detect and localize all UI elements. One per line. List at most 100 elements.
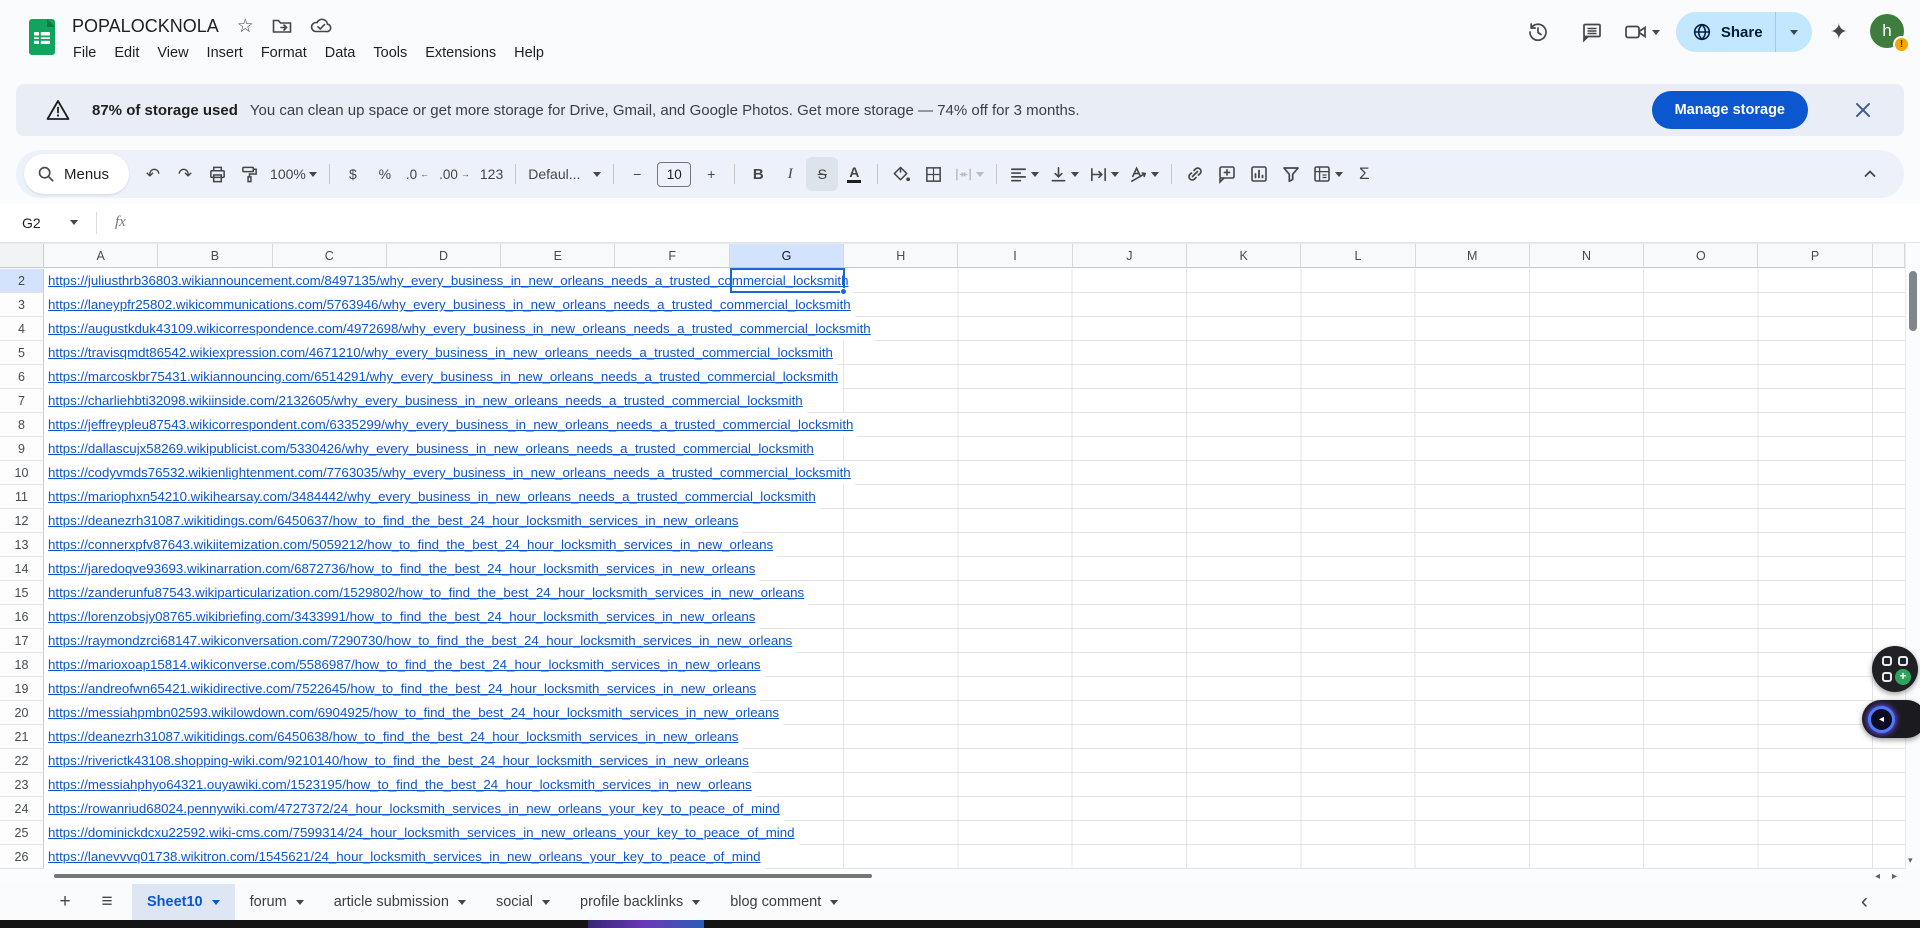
banner-close-button[interactable] — [1848, 95, 1878, 125]
cell-link[interactable]: https://andreofwn65421.wikidirective.com… — [44, 677, 760, 701]
collapse-toolbar-button[interactable] — [1854, 157, 1886, 191]
column-header-G[interactable]: G — [730, 244, 844, 267]
row-header-6[interactable]: 6 — [0, 365, 44, 388]
row-header-17[interactable]: 17 — [0, 629, 44, 652]
row-header-10[interactable]: 10 — [0, 461, 44, 484]
menu-format[interactable]: Format — [252, 42, 316, 64]
row-header-21[interactable]: 21 — [0, 725, 44, 748]
row-header-18[interactable]: 18 — [0, 653, 44, 676]
version-history-icon[interactable] — [1516, 10, 1560, 54]
row-header-25[interactable]: 25 — [0, 821, 44, 844]
row-cells[interactable]: https://deanezrh31087.wikitidings.com/64… — [44, 725, 1905, 748]
cell-link[interactable]: https://lorenzobsjy08765.wikibriefing.co… — [44, 605, 759, 629]
horizontal-align-button[interactable] — [1004, 157, 1044, 191]
show-side-panel-icon[interactable]: ‹ — [1861, 884, 1868, 920]
row-header-20[interactable]: 20 — [0, 701, 44, 724]
row-cells[interactable]: https://laneypfr25802.wikicommunications… — [44, 293, 1905, 316]
cell-link[interactable]: https://messiahphyo64321.ouyawiki.com/15… — [44, 773, 756, 797]
sheet-tab-caret-icon[interactable] — [542, 900, 550, 905]
cell-link[interactable]: https://raymondzrci68147.wikiconversatio… — [44, 629, 796, 653]
row-cells[interactable]: https://jeffreypleu87543.wikicorresponde… — [44, 413, 1905, 436]
row-cells[interactable]: https://riverictk43108.shopping-wiki.com… — [44, 749, 1905, 772]
menu-help[interactable]: Help — [505, 42, 553, 64]
horizontal-scrollbar-thumb[interactable] — [54, 874, 872, 878]
decrease-decimal-button[interactable]: .0← — [401, 157, 434, 191]
row-header-5[interactable]: 5 — [0, 341, 44, 364]
select-all-corner[interactable] — [0, 244, 44, 267]
create-filter-button[interactable] — [1275, 157, 1307, 191]
print-button[interactable] — [201, 157, 233, 191]
row-header-24[interactable]: 24 — [0, 797, 44, 820]
cell-link[interactable]: https://juliusthrb36803.wikiannouncement… — [44, 269, 853, 293]
cell-link[interactable]: https://travisqmdt86542.wikiexpression.c… — [44, 341, 837, 365]
cell-link[interactable]: https://deanezrh31087.wikitidings.com/64… — [44, 509, 742, 533]
menu-data[interactable]: Data — [316, 42, 365, 64]
ai-assistant-widget[interactable]: ◂ — [1862, 700, 1920, 738]
row-cells[interactable]: https://travisqmdt86542.wikiexpression.c… — [44, 341, 1905, 364]
video-call-caret-icon[interactable] — [1652, 30, 1660, 35]
column-header-I[interactable]: I — [958, 244, 1072, 267]
functions-button[interactable]: Σ — [1348, 157, 1380, 191]
cell-link[interactable]: https://lanevvvq01738.wikitron.com/15456… — [44, 845, 765, 869]
cell-link[interactable]: https://charliehbti32098.wikiinside.com/… — [44, 389, 807, 413]
scroll-down-icon[interactable]: ▾ — [1908, 855, 1913, 866]
increase-decimal-button[interactable]: .00→ — [434, 157, 475, 191]
cell-link[interactable]: https://jaredoqve93693.wikinarration.com… — [44, 557, 759, 581]
account-avatar[interactable]: h ! — [1870, 14, 1906, 50]
row-cells[interactable]: https://jaredoqve93693.wikinarration.com… — [44, 557, 1905, 580]
insert-chart-button[interactable] — [1243, 157, 1275, 191]
move-folder-icon[interactable] — [272, 18, 292, 34]
italic-button[interactable]: I — [774, 157, 806, 191]
row-cells[interactable]: https://messiahpmbn02593.wikilowdown.com… — [44, 701, 1905, 724]
paint-format-button[interactable] — [233, 157, 265, 191]
font-select[interactable]: Defaul... — [523, 157, 606, 191]
sheet-tab-caret-icon[interactable] — [212, 900, 220, 905]
row-header-26[interactable]: 26 — [0, 845, 44, 868]
column-header-B[interactable]: B — [158, 244, 272, 267]
decrease-font-size-button[interactable]: − — [621, 157, 653, 191]
fill-color-button[interactable] — [885, 157, 917, 191]
cell-link[interactable]: https://augustkduk43109.wikicorresponden… — [44, 317, 875, 341]
sheet-tab-caret-icon[interactable] — [830, 900, 838, 905]
sheet-tab-article-submission[interactable]: article submission — [319, 884, 481, 920]
row-header-11[interactable]: 11 — [0, 485, 44, 508]
row-cells[interactable]: https://marcoskbr75431.wikiannouncing.co… — [44, 365, 1905, 388]
row-header-3[interactable]: 3 — [0, 293, 44, 316]
add-sheet-button[interactable]: + — [48, 885, 82, 919]
sheet-tab-blog-comment[interactable]: blog comment — [715, 884, 853, 920]
cell-link[interactable]: https://marioxoap15814.wikiconverse.com/… — [44, 653, 765, 677]
column-header-C[interactable]: C — [273, 244, 387, 267]
scroll-right-icon[interactable]: ▸ — [1892, 871, 1897, 882]
cell-link[interactable]: https://mariophxn54210.wikihearsay.com/3… — [44, 485, 820, 509]
cell-link[interactable]: https://marcoskbr75431.wikiannouncing.co… — [44, 365, 842, 389]
cell-link[interactable]: https://laneypfr25802.wikicommunications… — [44, 293, 855, 317]
insert-link-button[interactable] — [1179, 157, 1211, 191]
name-box[interactable]: G2 — [0, 215, 88, 231]
row-cells[interactable]: https://marioxoap15814.wikiconverse.com/… — [44, 653, 1905, 676]
font-size-input[interactable]: 10 — [657, 162, 691, 187]
sheet-tab-profile-backlinks[interactable]: profile backlinks — [565, 884, 715, 920]
sheets-logo-icon[interactable] — [24, 14, 60, 64]
column-header-A[interactable]: A — [44, 244, 158, 267]
row-cells[interactable]: https://raymondzrci68147.wikiconversatio… — [44, 629, 1905, 652]
row-header-7[interactable]: 7 — [0, 389, 44, 412]
sheet-tab-caret-icon[interactable] — [692, 900, 700, 905]
text-color-button[interactable]: A — [838, 157, 870, 191]
row-cells[interactable]: https://messiahphyo64321.ouyawiki.com/15… — [44, 773, 1905, 796]
row-header-22[interactable]: 22 — [0, 749, 44, 772]
row-header-2[interactable]: 2 — [0, 269, 44, 292]
format-currency-button[interactable]: $ — [337, 157, 369, 191]
more-formats-button[interactable]: 123 — [475, 157, 508, 191]
column-header-N[interactable]: N — [1530, 244, 1644, 267]
text-wrap-button[interactable] — [1084, 157, 1124, 191]
sheet-tab-forum[interactable]: forum — [235, 884, 319, 920]
vertical-align-button[interactable] — [1044, 157, 1084, 191]
cell-link[interactable]: https://riverictk43108.shopping-wiki.com… — [44, 749, 753, 773]
bold-button[interactable]: B — [742, 157, 774, 191]
vertical-scrollbar[interactable]: ▾ — [1905, 243, 1920, 869]
row-cells[interactable]: https://dallascujx58269.wikipublicist.co… — [44, 437, 1905, 460]
insert-comment-button[interactable] — [1211, 157, 1243, 191]
column-header-D[interactable]: D — [387, 244, 501, 267]
video-call-button[interactable] — [1624, 22, 1660, 42]
comments-icon[interactable] — [1570, 10, 1614, 54]
